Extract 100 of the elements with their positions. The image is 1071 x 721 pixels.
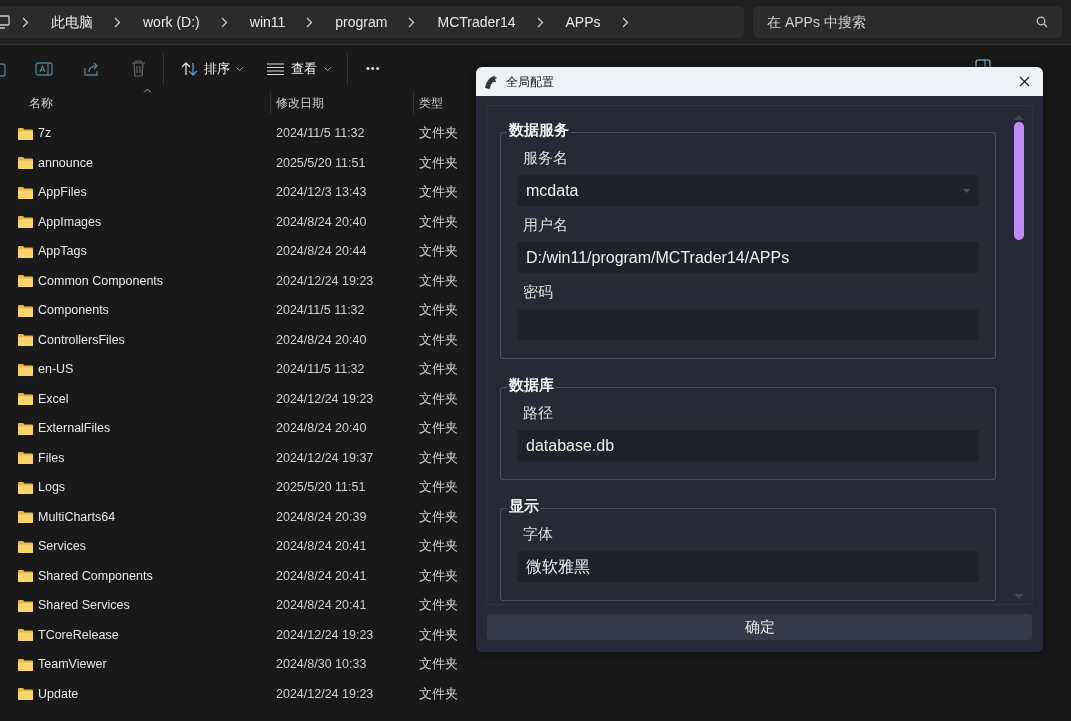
file-type: 文件夹 xyxy=(419,626,458,644)
modified-date: 2024/8/24 20:41 xyxy=(276,538,367,556)
chevron-right-icon xyxy=(536,16,544,28)
file-name[interactable]: en-US xyxy=(38,360,74,380)
scrollbar-thumb[interactable] xyxy=(1014,122,1024,240)
breadcrumb-item[interactable]: 此电脑 xyxy=(51,11,93,33)
breadcrumb-item[interactable]: work (D:) xyxy=(143,11,200,33)
folder-icon xyxy=(18,481,33,494)
modified-date: 2024/12/24 19:23 xyxy=(276,272,374,290)
modified-date: 2025/5/20 11:51 xyxy=(276,154,366,172)
file-name[interactable]: announce xyxy=(38,153,93,173)
file-name[interactable]: Excel xyxy=(38,389,69,409)
folder-icon xyxy=(18,511,33,524)
folder-icon xyxy=(18,422,33,435)
breadcrumb-item[interactable]: program xyxy=(335,11,388,33)
column-header[interactable]: 类型 xyxy=(419,94,443,112)
modified-date: 2024/12/3 13:43 xyxy=(276,184,367,202)
input-field[interactable]: 微软雅黑 xyxy=(517,551,979,582)
file-name[interactable]: Services xyxy=(38,537,86,557)
ok-button[interactable]: 确定 xyxy=(487,614,1032,640)
more-button[interactable]: ••• xyxy=(358,52,389,85)
folder-icon xyxy=(18,334,33,347)
input-field[interactable]: D:/win11/program/MCTrader14/APPs xyxy=(517,242,979,273)
delete-icon[interactable] xyxy=(131,60,146,77)
file-name[interactable]: Logs xyxy=(38,478,66,498)
file-name[interactable]: TeamViewer xyxy=(38,655,107,675)
modified-date: 2024/8/24 20:41 xyxy=(276,597,367,615)
folder-icon xyxy=(18,540,33,553)
column-header[interactable]: 修改日期 xyxy=(276,94,324,112)
file-name[interactable]: Shared Components xyxy=(38,566,153,586)
file-name[interactable]: Shared Services xyxy=(38,596,130,616)
folder-icon xyxy=(18,658,33,671)
folder-icon xyxy=(18,599,33,612)
share-icon[interactable] xyxy=(83,60,100,77)
close-icon[interactable] xyxy=(1019,76,1030,87)
chevron-right-icon xyxy=(114,16,121,28)
list-icon xyxy=(267,62,284,75)
folder-icon xyxy=(18,452,33,465)
column-header[interactable]: 名称 xyxy=(29,94,53,112)
folder-icon xyxy=(18,275,33,288)
file-type: 文件夹 xyxy=(419,390,458,408)
file-type: 文件夹 xyxy=(419,567,458,585)
file-name[interactable]: ControllersFiles xyxy=(38,330,125,350)
file-name[interactable]: 7z xyxy=(38,124,52,144)
file-type: 文件夹 xyxy=(419,508,458,526)
file-type: 文件夹 xyxy=(419,213,458,231)
file-name[interactable]: MultiCharts64 xyxy=(38,507,116,527)
input-field[interactable]: database.db xyxy=(517,430,979,461)
file-name[interactable]: AppFiles xyxy=(38,183,87,203)
field-label: 字体 xyxy=(522,524,554,544)
sort-caret-icon xyxy=(143,88,152,93)
file-type: 文件夹 xyxy=(419,125,458,143)
modified-date: 2024/8/24 20:40 xyxy=(276,213,367,231)
file-type: 文件夹 xyxy=(419,420,458,438)
file-type: 文件夹 xyxy=(419,361,458,379)
address-bar[interactable]: 此电脑 work (D:) win11 program MCTrader14 APPs xyxy=(0,6,744,38)
breadcrumb-item[interactable]: win11 xyxy=(249,11,286,33)
folder-icon xyxy=(18,363,33,376)
file-name[interactable]: Components xyxy=(38,301,109,321)
file-type: 文件夹 xyxy=(419,479,458,497)
search-field[interactable]: 在 APPs 中搜索 xyxy=(753,6,1062,38)
file-name[interactable]: AppTags xyxy=(38,242,87,262)
file-name[interactable]: TCoreRelease xyxy=(38,625,119,645)
breadcrumb-item[interactable]: APPs xyxy=(565,11,601,33)
modified-date: 2024/11/5 11:32 xyxy=(276,125,365,143)
caret-icon xyxy=(236,66,243,71)
file-name[interactable]: AppImages xyxy=(38,212,102,232)
folder-icon xyxy=(18,157,33,170)
folder-icon xyxy=(18,245,33,258)
file-name[interactable]: Update xyxy=(38,684,79,704)
modified-date: 2025/5/20 11:51 xyxy=(276,479,366,497)
file-type: 文件夹 xyxy=(419,302,458,320)
folder-icon xyxy=(18,127,33,140)
file-type: 文件夹 xyxy=(419,331,458,349)
file-name[interactable]: Files xyxy=(38,448,65,468)
modified-date: 2024/12/24 19:23 xyxy=(276,390,374,408)
file-type: 文件夹 xyxy=(419,449,458,467)
file-type: 文件夹 xyxy=(419,243,458,261)
sort-button[interactable]: 排序 xyxy=(173,52,251,85)
file-name[interactable]: ExternalFiles xyxy=(38,419,111,439)
rename-icon[interactable] xyxy=(35,60,53,77)
field-label: 用户名 xyxy=(522,215,569,235)
folder-icon xyxy=(18,186,33,199)
chevron-right-icon xyxy=(621,16,629,28)
chevron-right-icon xyxy=(220,16,228,28)
folder-icon xyxy=(18,304,33,317)
breadcrumb-item[interactable]: MCTrader14 xyxy=(437,11,516,33)
file-name[interactable]: Common Components xyxy=(38,271,164,291)
field-label: 路径 xyxy=(522,403,554,423)
modified-date: 2024/11/5 11:32 xyxy=(276,302,365,320)
dropdown-field[interactable]: mcdata xyxy=(517,175,979,206)
field-label: 密码 xyxy=(522,282,554,302)
file-type: 文件夹 xyxy=(419,685,458,703)
dialog-title: 全局配置 xyxy=(506,73,554,91)
folder-icon xyxy=(18,570,33,583)
file-type: 文件夹 xyxy=(419,597,458,615)
view-button[interactable]: 查看 xyxy=(259,52,339,85)
folder-icon xyxy=(18,393,33,406)
chevron-right-icon xyxy=(306,16,314,28)
search-icon xyxy=(1036,16,1048,28)
